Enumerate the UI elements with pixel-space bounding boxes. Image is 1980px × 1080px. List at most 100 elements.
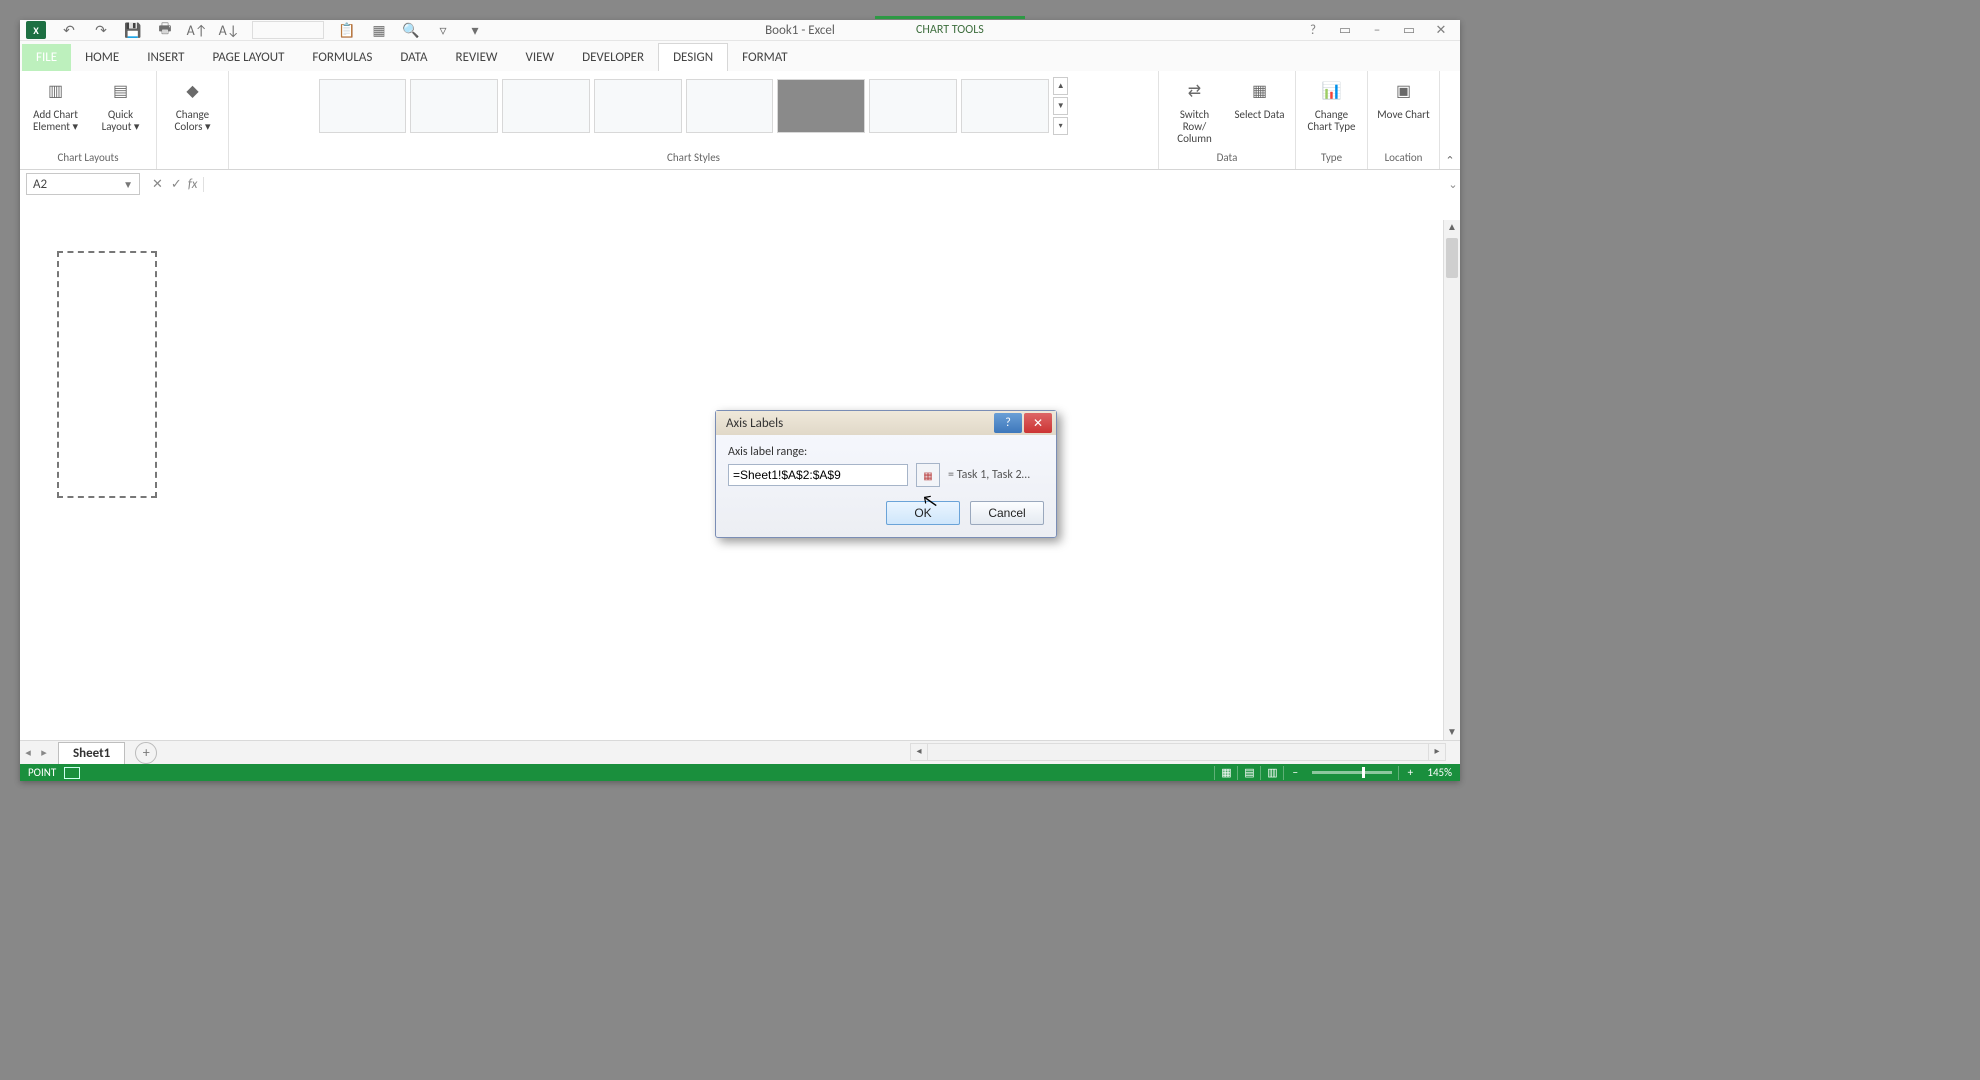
data-tab[interactable]: DATA <box>386 44 441 71</box>
dialog-title: Axis Labels <box>726 416 783 431</box>
new-sheet-button[interactable]: + <box>135 742 157 764</box>
normal-view-icon[interactable]: ▦ <box>1214 766 1237 780</box>
print-icon[interactable]: 🖶 <box>156 21 174 39</box>
scroll-up-icon[interactable]: ▲ <box>1444 220 1460 236</box>
formula-bar: A2 ▼ ✕ ✓ fx ⌄ <box>20 170 1460 199</box>
change-chart-type-icon: 📊 <box>1316 75 1348 107</box>
macro-record-icon[interactable] <box>64 767 80 779</box>
design-tab[interactable]: DESIGN <box>658 43 728 71</box>
font-decrease-icon[interactable]: A↓ <box>220 21 238 39</box>
developer-tab[interactable]: DEVELOPER <box>568 44 658 71</box>
move-chart-icon: ▣ <box>1388 75 1420 107</box>
axis-label-range-label: Axis label range: <box>728 445 1044 459</box>
chart-style-5[interactable] <box>686 79 774 133</box>
chart-style-2[interactable] <box>410 79 498 133</box>
dialog-close-button[interactable]: ✕ <box>1024 413 1052 433</box>
enter-entry-icon[interactable]: ✓ <box>171 177 182 192</box>
name-box-dropdown-icon[interactable]: ▼ <box>123 178 133 191</box>
paste-icon[interactable]: 📋 <box>338 21 356 39</box>
page-break-view-icon[interactable]: ▥ <box>1260 766 1283 780</box>
save-icon[interactable]: 💾 <box>124 21 142 39</box>
change-chart-type-button[interactable]: 📊 Change Chart Type <box>1304 75 1359 133</box>
axis-labels-dialog[interactable]: Axis Labels ? ✕ Axis label range: ▦ = Ta… <box>715 410 1057 538</box>
page-layout-tab[interactable]: PAGE LAYOUT <box>199 44 299 71</box>
switch-row-column-icon: ⇄ <box>1179 75 1211 107</box>
menu-bar: FILE HOME INSERT PAGE LAYOUT FORMULAS DA… <box>20 41 1460 71</box>
tab-scroll-left-icon[interactable]: ◂ <box>20 746 36 759</box>
dialog-help-button[interactable]: ? <box>994 413 1022 433</box>
data-group-label: Data <box>1167 151 1287 169</box>
gallery-more-icon[interactable]: ▾ <box>1053 117 1069 135</box>
add-chart-element-button[interactable]: ▥ Add Chart Element ▾ <box>28 75 83 133</box>
range-picker-icon[interactable]: ▦ <box>916 463 940 487</box>
formulas-tab[interactable]: FORMULAS <box>298 44 386 71</box>
formula-input[interactable] <box>208 174 1446 194</box>
quick-layout-button[interactable]: ▤ Quick Layout ▾ <box>93 75 148 133</box>
switch-row-column-button[interactable]: ⇄ Switch Row/ Column <box>1167 75 1222 145</box>
chart-style-3[interactable] <box>502 79 590 133</box>
axis-label-preview: = Task 1, Task 2… <box>948 468 1030 482</box>
chart-style-1[interactable] <box>319 79 407 133</box>
document-title: Book1 - Excel <box>765 23 835 38</box>
chart-style-6[interactable] <box>777 79 865 133</box>
quick-layout-icon: ▤ <box>105 75 137 107</box>
axis-label-range-input[interactable] <box>728 464 908 486</box>
view-tab[interactable]: VIEW <box>512 44 569 71</box>
scroll-down-icon[interactable]: ▼ <box>1444 725 1460 741</box>
font-picker-placeholder[interactable] <box>252 21 324 39</box>
marching-ants-selection <box>57 251 157 498</box>
zoom-slider[interactable] <box>1312 771 1392 774</box>
review-tab[interactable]: REVIEW <box>442 44 512 71</box>
page-layout-view-icon[interactable]: ▤ <box>1237 766 1260 780</box>
collapse-ribbon-icon[interactable]: ⌃ <box>1440 152 1460 169</box>
chart-style-8[interactable] <box>961 79 1049 133</box>
close-button[interactable]: ✕ <box>1434 23 1448 38</box>
cancel-entry-icon[interactable]: ✕ <box>152 177 163 192</box>
help-icon[interactable]: ? <box>1306 23 1320 38</box>
zoom-out-icon[interactable]: − <box>1283 766 1306 780</box>
restore-button[interactable]: ▭ <box>1402 23 1416 38</box>
zoom-level-label: 145% <box>1421 766 1452 779</box>
vertical-scrollbar[interactable]: ▲ ▼ <box>1443 220 1460 741</box>
select-data-button[interactable]: ▦ Select Data <box>1232 75 1287 121</box>
ribbon-display-options-icon[interactable]: ▭ <box>1338 23 1352 38</box>
cancel-button[interactable]: Cancel <box>970 501 1044 525</box>
tab-scroll-right-icon[interactable]: ▸ <box>36 746 52 759</box>
home-tab[interactable]: HOME <box>71 44 133 71</box>
location-group-label: Location <box>1376 151 1431 169</box>
undo-icon[interactable]: ↶ <box>60 21 78 39</box>
zoom-icon[interactable]: 🔍 <box>402 21 420 39</box>
file-tab[interactable]: FILE <box>22 44 71 71</box>
move-chart-button[interactable]: ▣ Move Chart <box>1376 75 1431 121</box>
add-chart-element-icon: ▥ <box>40 75 72 107</box>
insert-function-icon[interactable]: fx <box>188 177 205 192</box>
change-colors-button[interactable]: ◆ Change Colors ▾ <box>165 75 220 133</box>
minimize-button[interactable]: – <box>1370 23 1384 38</box>
ok-button[interactable]: OK <box>886 501 960 525</box>
sort-icon[interactable]: ▾ <box>466 21 484 39</box>
gallery-scroll-up-icon[interactable]: ▲ <box>1053 77 1069 95</box>
redo-icon[interactable]: ↷ <box>92 21 110 39</box>
status-bar: POINT ▦ ▤ ▥ − + 145% <box>20 764 1460 781</box>
zoom-in-icon[interactable]: + <box>1398 766 1421 780</box>
gallery-scroll-down-icon[interactable]: ▼ <box>1053 97 1069 115</box>
sheet-tab-bar: ◂ ▸ Sheet1 + ◂ ▸ <box>20 740 1460 764</box>
ribbon: ▥ Add Chart Element ▾ ▤ Quick Layout ▾ C… <box>20 71 1460 170</box>
chart-style-7[interactable] <box>869 79 957 133</box>
chart-style-4[interactable] <box>594 79 682 133</box>
hscroll-right-icon[interactable]: ▸ <box>1428 744 1445 760</box>
sheet-tab-sheet1[interactable]: Sheet1 <box>58 742 125 764</box>
scroll-thumb[interactable] <box>1446 238 1458 278</box>
new-sheet-icon[interactable]: ▦ <box>370 21 388 39</box>
font-increase-icon[interactable]: A↑ <box>188 21 206 39</box>
worksheet-area[interactable]: Axis Labels ? ✕ Axis label range: ▦ = Ta… <box>20 198 1460 741</box>
filter-icon[interactable]: ▿ <box>434 21 452 39</box>
hscroll-left-icon[interactable]: ◂ <box>911 744 928 760</box>
expand-formula-bar-icon[interactable]: ⌄ <box>1446 178 1460 191</box>
chart-styles-gallery[interactable]: ▲ ▼ ▾ <box>319 75 1069 135</box>
horizontal-scrollbar[interactable]: ◂ ▸ <box>910 743 1446 761</box>
quick-access-toolbar: X ↶ ↷ 💾 🖶 A↑ A↓ 📋 ▦ 🔍 ▿ ▾ Book1 - Excel … <box>20 20 1460 41</box>
format-tab[interactable]: FORMAT <box>728 44 801 71</box>
name-box[interactable]: A2 ▼ <box>26 173 140 195</box>
insert-tab[interactable]: INSERT <box>133 44 198 71</box>
